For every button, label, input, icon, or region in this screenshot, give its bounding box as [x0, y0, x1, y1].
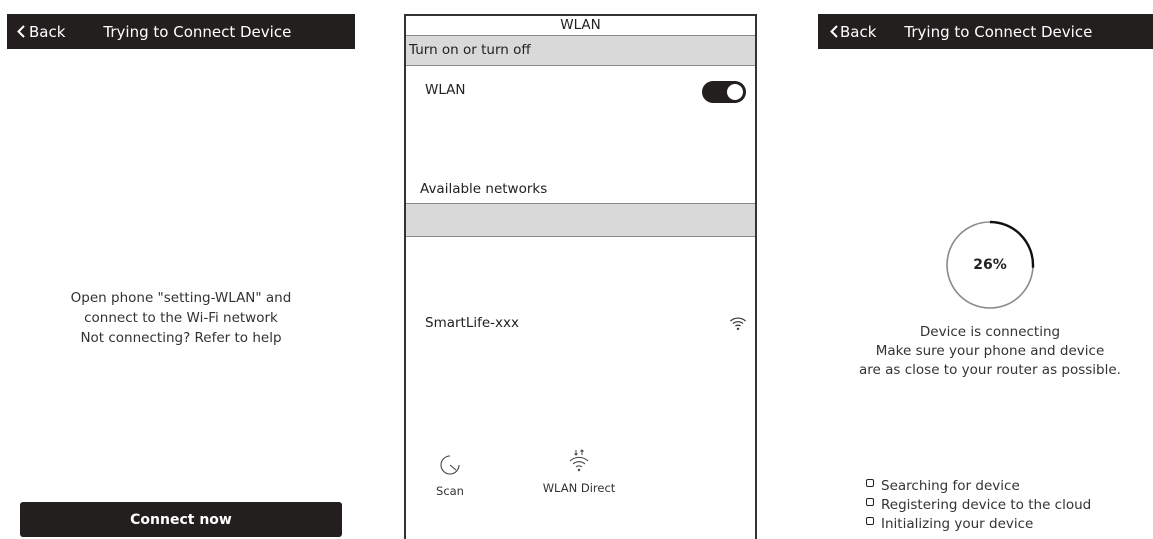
toggle-knob [727, 84, 743, 100]
back-button[interactable]: Back [830, 23, 876, 41]
step-checkbox-icon [866, 516, 874, 525]
available-networks-label: Available networks [420, 181, 548, 197]
wifi-direct-icon [569, 449, 589, 472]
step-item: Registering device to the cloud [866, 495, 1091, 514]
instructions-text: Open phone "setting-WLAN" and connect to… [7, 288, 355, 348]
connect-instructions-screen: Back Trying to Connect Device Open phone… [0, 0, 360, 537]
wlan-label: WLAN [425, 82, 466, 98]
screen-title: Trying to Connect Device [904, 22, 1093, 41]
connecting-progress-screen: Back Trying to Connect Device 26% Device… [810, 0, 1153, 537]
chevron-left-icon [17, 25, 25, 38]
wifi-icon [730, 317, 746, 330]
wlan-direct-label: WLAN Direct [542, 481, 616, 495]
wlan-title: WLAN [560, 17, 601, 33]
toggle-section-header: Turn on or turn off [406, 35, 755, 66]
step-item: Initializing your device [866, 514, 1091, 533]
network-name: SmartLife-xxx [425, 315, 520, 331]
back-label: Back [840, 22, 877, 41]
connect-now-button[interactable]: Connect now [20, 502, 342, 537]
scan-icon [440, 455, 460, 475]
wlan-toggle[interactable] [702, 81, 746, 103]
screen-title: Trying to Connect Device [103, 22, 292, 41]
chevron-left-icon [830, 25, 838, 38]
wlan-direct-button[interactable]: WLAN Direct [534, 449, 624, 495]
progress-ring: 26% [945, 220, 1035, 310]
scan-button[interactable]: Scan [430, 454, 470, 498]
step-label: Registering device to the cloud [881, 496, 1092, 513]
step-checkbox-icon [866, 478, 874, 487]
status-line: Device is connecting [919, 324, 1061, 340]
step-label: Searching for device [881, 477, 1020, 494]
scan-label: Scan [436, 484, 464, 498]
instruction-line: Open phone "setting-WLAN" and [70, 290, 292, 306]
back-button[interactable]: Back [17, 23, 65, 41]
progress-percent: 26% [973, 257, 1007, 273]
status-line: Make sure your phone and device [875, 343, 1105, 359]
step-item: Searching for device [866, 476, 1091, 495]
connection-steps: Searching for device Registering device … [866, 476, 1091, 533]
available-networks-bar [406, 203, 755, 237]
wlan-settings-screen: WLAN Turn on or turn off WLAN Available … [404, 0, 757, 539]
help-link[interactable]: Not connecting? Refer to help [7, 328, 355, 348]
step-checkbox-icon [866, 497, 874, 506]
status-text: Device is connecting Make sure your phon… [824, 323, 1153, 380]
status-line: are as close to your router as possible. [859, 362, 1121, 378]
top-nav-bar: Back Trying to Connect Device [7, 14, 355, 49]
instruction-line: connect to the Wi-Fi network [84, 310, 278, 326]
network-item[interactable]: SmartLife-xxx [425, 315, 747, 339]
phone-frame: WLAN Turn on or turn off WLAN Available … [404, 14, 757, 539]
back-label: Back [29, 22, 66, 41]
step-label: Initializing your device [881, 515, 1034, 532]
top-nav-bar: Back Trying to Connect Device [818, 14, 1153, 49]
